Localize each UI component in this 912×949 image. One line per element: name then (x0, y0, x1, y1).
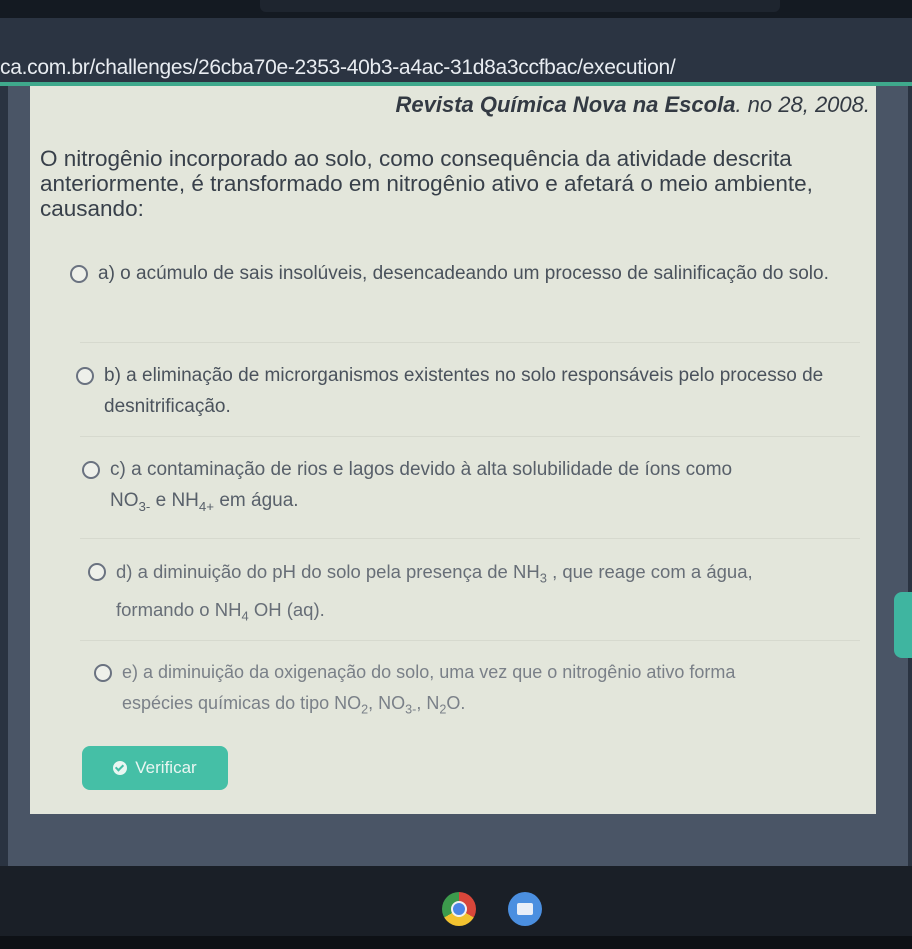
chrome-icon[interactable] (442, 892, 476, 926)
formula-no2: NO2 (334, 693, 369, 717)
option-divider (80, 436, 860, 437)
citation-details: . no 28, 2008. (735, 92, 870, 117)
citation-source: Revista Química Nova na Escola (395, 92, 736, 117)
option-d[interactable]: d) a diminuição do pH do solo pela prese… (88, 556, 868, 631)
check-circle-icon (113, 761, 128, 775)
option-b[interactable]: b) a eliminação de microrganismos existe… (76, 360, 856, 422)
radio-d[interactable] (88, 563, 106, 581)
formula-nh4oh: NH4 OH (aq). (214, 598, 325, 624)
option-divider (80, 640, 860, 641)
screen-bezel-bottom (0, 936, 912, 949)
formula-nh4: NH4+ (171, 490, 215, 514)
verify-button-label: Verificar (135, 758, 197, 777)
option-b-label: b) a eliminação de microrganismos existe… (104, 365, 824, 417)
option-d-label: d) a diminuição do pH do solo pela prese… (116, 561, 753, 624)
verify-button[interactable]: Verificar (82, 746, 228, 790)
option-e-text: e) a diminuição da oxigenação do solo, u… (122, 662, 736, 682)
radio-a[interactable] (70, 265, 88, 283)
address-bar[interactable]: ca.com.br/challenges/26cba70e-2353-40b3-… (0, 18, 912, 82)
option-a[interactable]: a) o acúmulo de sais insolúveis, desenca… (70, 258, 850, 289)
option-a-label: a) o acúmulo de sais insolúveis, desenca… (98, 263, 829, 284)
option-c-text: c) a contaminação de rios e lagos devido… (110, 459, 733, 480)
screen-bezel (0, 0, 912, 18)
radio-b[interactable] (76, 367, 94, 385)
radio-c[interactable] (82, 461, 100, 479)
option-divider (80, 538, 860, 539)
bezel-notch (260, 0, 780, 12)
files-icon[interactable] (508, 892, 542, 926)
formula-no3: NO3- (378, 693, 417, 717)
option-d-text: d) a diminuição do pH do solo pela prese… (116, 561, 513, 582)
formula-no3: NO3- (110, 490, 151, 514)
side-tab[interactable] (894, 592, 912, 658)
option-e-label: e) a diminuição da oxigenação do solo, u… (122, 662, 736, 717)
formula-nh3: NH3 (512, 561, 547, 586)
url-text[interactable]: ca.com.br/challenges/26cba70e-2353-40b3-… (0, 56, 676, 80)
question-text: O nitrogênio incorporado ao solo, como c… (40, 146, 813, 221)
option-c[interactable]: c) a contaminação de rios e lagos devido… (82, 454, 862, 522)
citation: Revista Química Nova na Escola. no 28, 2… (396, 92, 871, 118)
option-divider (80, 342, 860, 343)
option-e[interactable]: e) a diminuição da oxigenação do solo, u… (94, 657, 874, 726)
option-c-label: c) a contaminação de rios e lagos devido… (110, 459, 733, 514)
formula-n2o: N2O. (426, 693, 466, 717)
radio-e[interactable] (94, 664, 112, 682)
